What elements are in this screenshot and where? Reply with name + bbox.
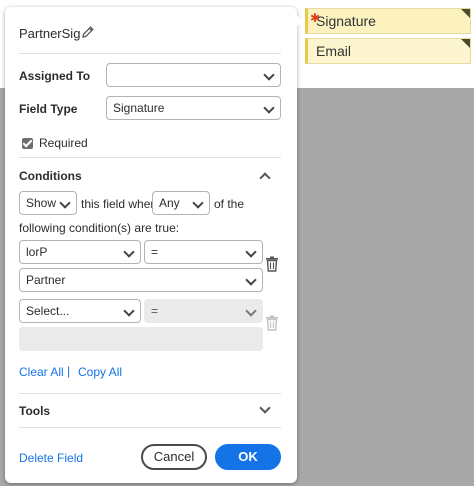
divider	[19, 157, 281, 158]
chevron-down-icon	[245, 305, 257, 317]
divider	[19, 427, 281, 428]
rule2-operator-select: =	[144, 299, 263, 323]
divider	[19, 393, 281, 394]
chevron-up-icon[interactable]	[259, 172, 271, 184]
assigned-to-label: Assigned To	[19, 69, 91, 83]
condition-match-select[interactable]: Any	[152, 191, 210, 215]
rule2-field-value: Select...	[26, 304, 70, 318]
chevron-down-icon	[123, 305, 135, 317]
rule-operator-value: =	[151, 245, 159, 259]
field-corner-icon	[461, 39, 470, 48]
required-label: Required	[39, 136, 88, 150]
field-name-title: PartnerSig	[19, 26, 81, 41]
signature-field-label: Signature	[316, 13, 376, 29]
condition-match-value: Any	[159, 196, 180, 210]
chevron-down-icon	[123, 246, 135, 258]
cancel-button[interactable]: Cancel	[141, 444, 207, 470]
chevron-down-icon	[245, 274, 257, 286]
condition-text-line2: following condition(s) are true:	[19, 221, 180, 235]
condition-action-select[interactable]: Show	[19, 191, 77, 215]
conditions-heading: Conditions	[19, 169, 82, 183]
rule-field-select[interactable]: lorP	[19, 240, 141, 264]
field-type-label: Field Type	[19, 102, 78, 116]
chevron-down-icon	[59, 197, 71, 209]
delete-field-link[interactable]: Delete Field	[19, 451, 83, 465]
copy-all-link[interactable]: Copy All	[78, 365, 122, 379]
clear-all-link[interactable]: Clear All	[19, 365, 64, 379]
condition-action-value: Show	[26, 196, 57, 210]
field-properties-panel: PartnerSig Assigned To Field Type Signat…	[5, 7, 297, 483]
email-field[interactable]: Email	[305, 38, 471, 64]
chevron-down-icon	[263, 102, 275, 114]
field-type-select[interactable]: Signature	[106, 96, 281, 120]
edit-pencil-icon[interactable]	[81, 25, 95, 39]
delete-rule-trash-icon	[266, 315, 278, 331]
panel-pointer	[294, 13, 303, 29]
chevron-down-icon	[263, 69, 275, 81]
tools-heading: Tools	[19, 404, 51, 418]
condition-text-end: of the	[214, 197, 245, 211]
email-field-label: Email	[316, 43, 352, 59]
delete-rule-trash-icon[interactable]	[265, 256, 279, 272]
rule-operator-select[interactable]: =	[144, 240, 263, 264]
field-type-value: Signature	[113, 101, 165, 115]
rule2-operator-value: =	[151, 304, 159, 318]
rule2-field-select[interactable]: Select...	[19, 299, 141, 323]
rule-field-value: lorP	[26, 245, 48, 259]
rule2-value-field	[19, 327, 263, 351]
chevron-down-icon[interactable]	[259, 402, 271, 414]
divider	[19, 53, 281, 54]
rule-value: Partner	[26, 273, 66, 287]
condition-text-mid: this field when	[81, 197, 158, 211]
ok-button[interactable]: OK	[215, 444, 281, 470]
chevron-down-icon	[245, 246, 257, 258]
rule-value-select[interactable]: Partner	[19, 268, 263, 292]
link-separator: |	[67, 364, 71, 378]
assigned-to-select[interactable]	[106, 63, 281, 87]
chevron-down-icon	[192, 197, 204, 209]
required-star-icon: ✱	[310, 11, 321, 25]
signature-field[interactable]: ✱ Signature	[305, 8, 471, 34]
field-corner-icon	[461, 9, 470, 18]
required-checkbox[interactable]	[22, 138, 33, 149]
